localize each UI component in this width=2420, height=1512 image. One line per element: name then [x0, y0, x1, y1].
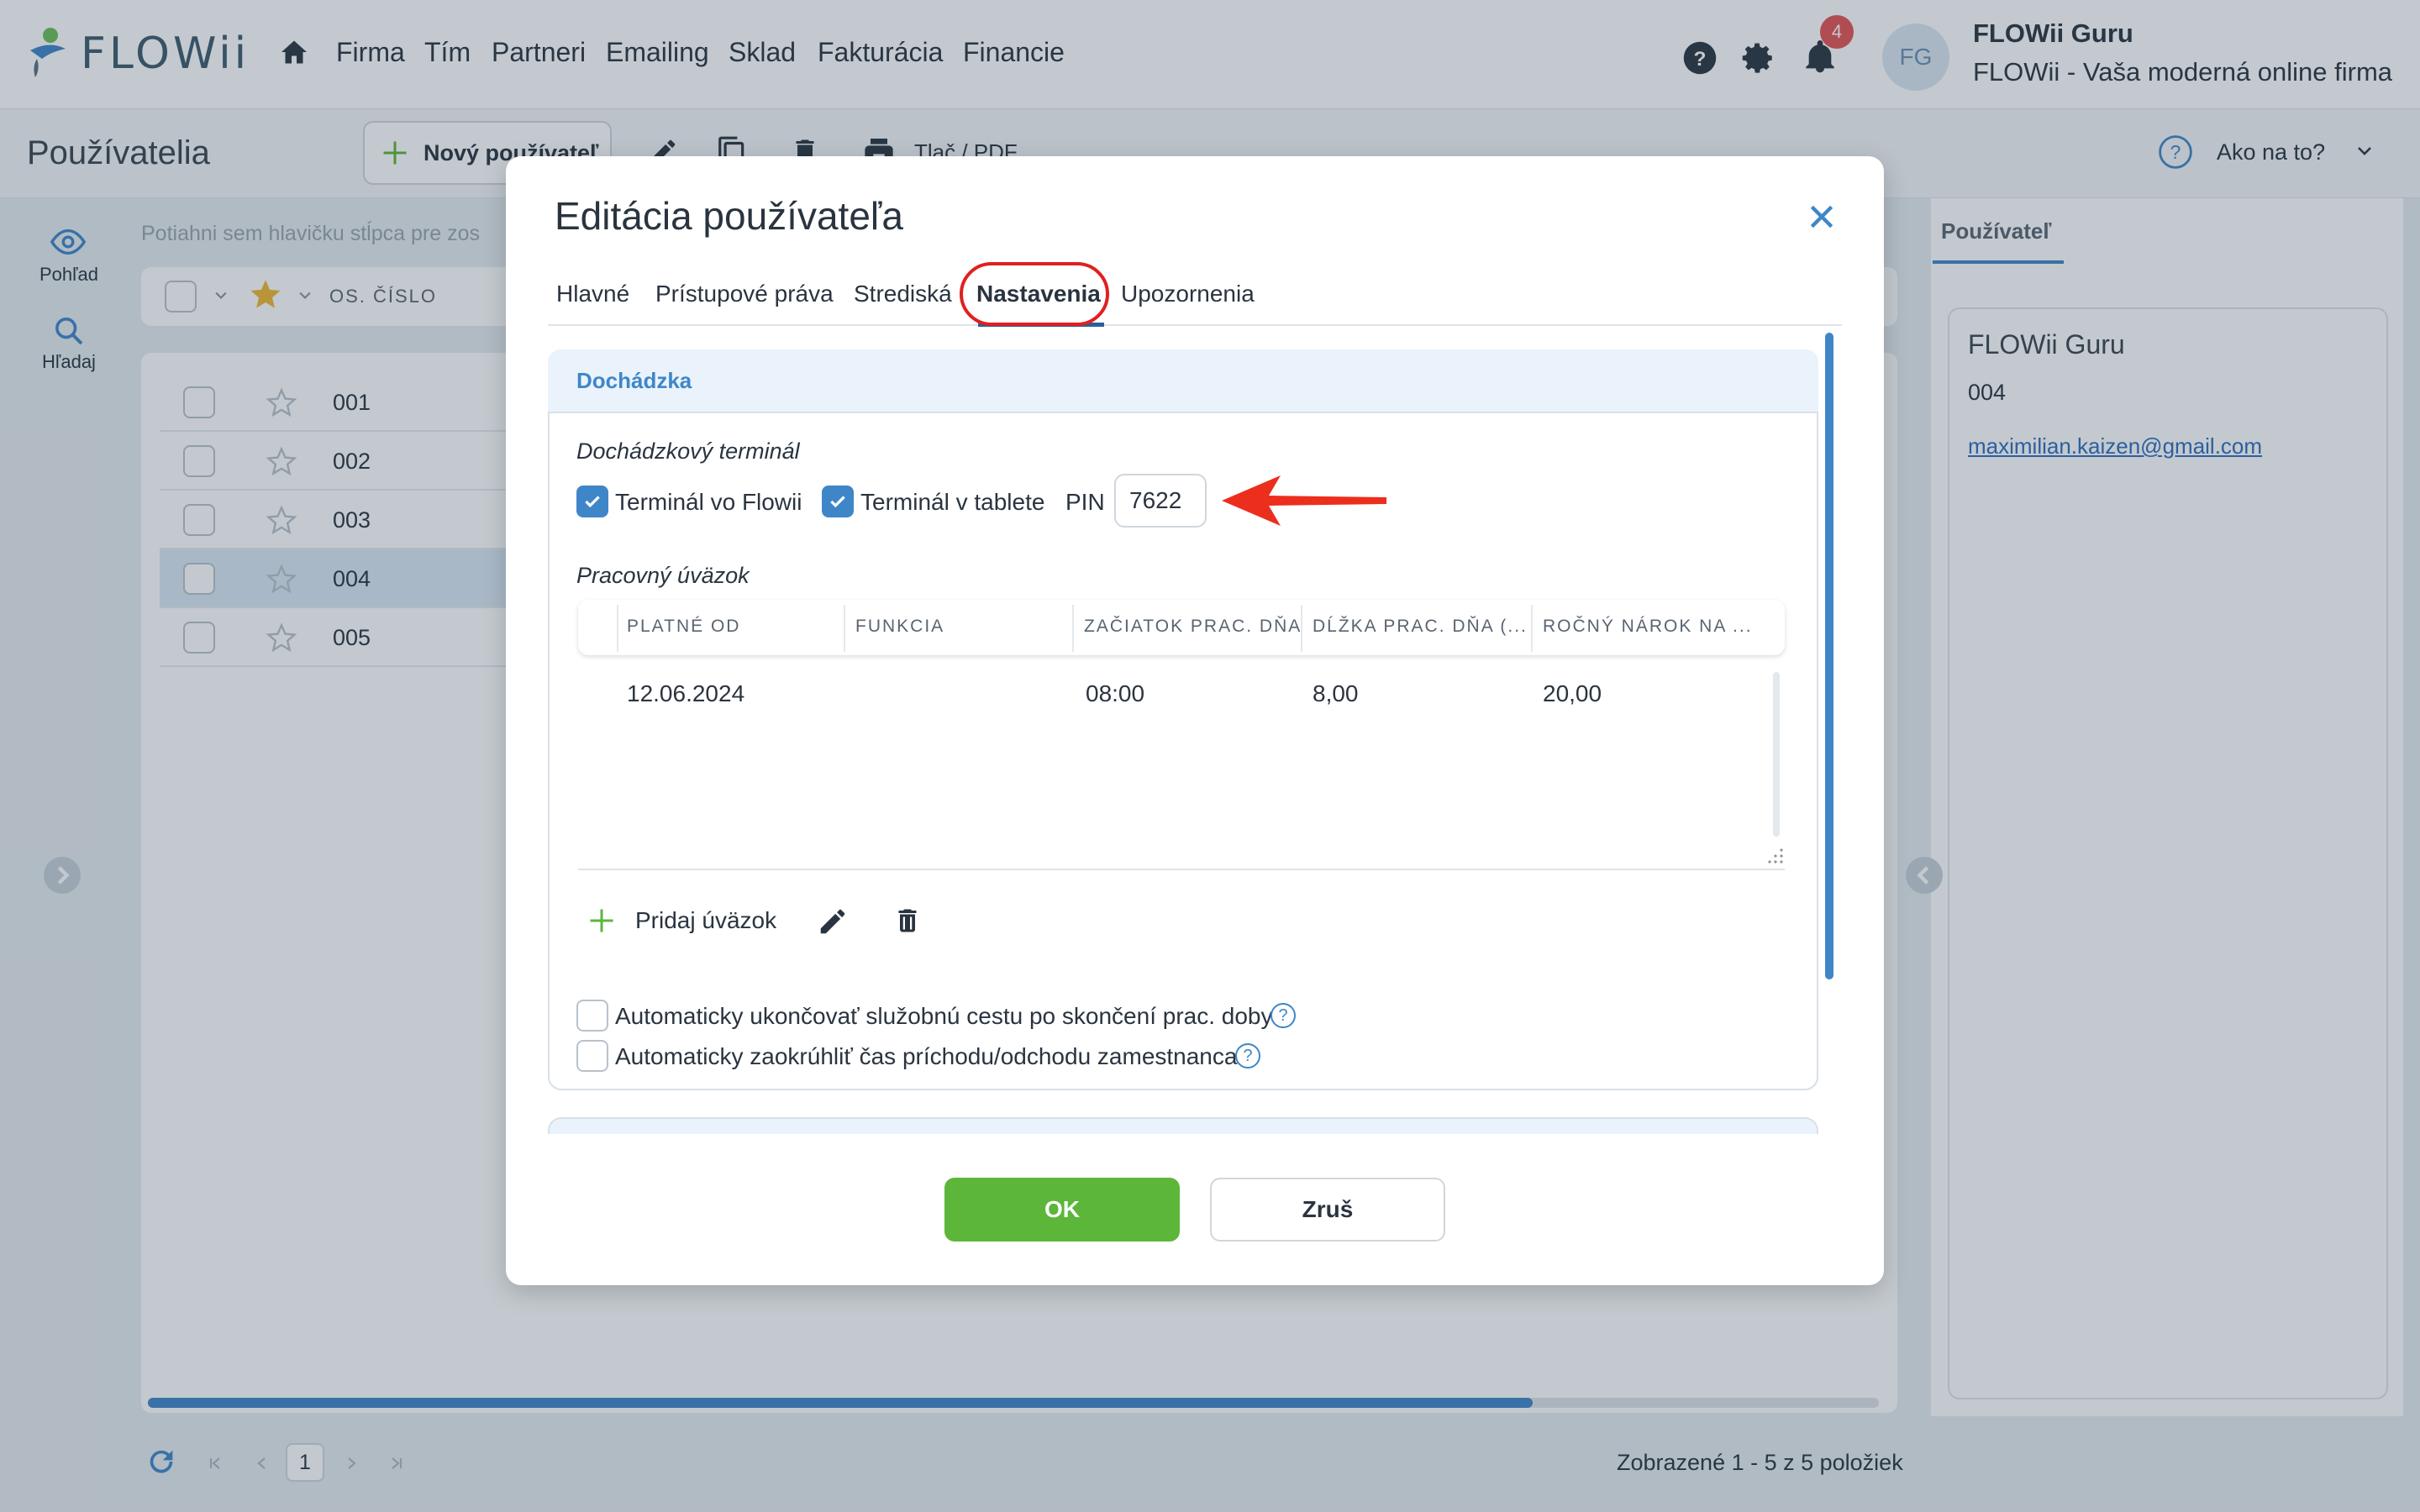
attendance-section-header[interactable] [548, 349, 1818, 413]
plus-icon[interactable] [587, 906, 617, 936]
question-icon[interactable]: ? [1270, 1003, 1296, 1028]
workload-table-bottom-border [578, 869, 1785, 870]
terminal-flowii-label[interactable]: Terminál vo Flowii [615, 489, 802, 516]
column-narok[interactable]: ROČNÝ NÁROK NA ... [1543, 617, 1753, 637]
terminal-tablet-checkbox[interactable] [822, 486, 854, 517]
cell-platne-od[interactable]: 12.06.2024 [627, 680, 744, 707]
add-workload-button[interactable]: Pridaj úväzok [635, 907, 776, 934]
section-clip [538, 1134, 1849, 1159]
column-dlzka[interactable]: DĹŽKA PRAC. DŇA (... [1313, 617, 1528, 637]
check-icon [830, 496, 845, 508]
tab-upozornenia[interactable]: Upozornenia [1121, 281, 1255, 307]
column-divider [1072, 605, 1074, 652]
dialog-vertical-scrollbar[interactable] [1825, 333, 1833, 979]
column-zaciatok[interactable]: ZAČIATOK PRAC. DŇA [1084, 617, 1302, 637]
dialog-title: Editácia používateľa [555, 194, 903, 238]
tab-pristupove-prava[interactable]: Prístupové práva [655, 281, 834, 307]
tab-hlavne[interactable]: Hlavné [556, 281, 629, 307]
pin-input[interactable]: 7622 [1114, 474, 1207, 528]
column-platne-od[interactable]: PLATNÉ OD [627, 617, 740, 637]
workload-table-scrollbar[interactable] [1773, 672, 1780, 837]
edit-icon[interactable] [817, 906, 849, 937]
pin-label: PIN [1065, 489, 1105, 515]
trash-icon[interactable] [892, 904, 923, 937]
auto-end-trip-checkbox[interactable] [576, 1000, 608, 1032]
section-title[interactable]: Dochádzka [576, 368, 692, 394]
question-icon[interactable]: ? [1235, 1043, 1260, 1068]
column-divider [844, 605, 845, 652]
resize-handle-icon[interactable] [1766, 847, 1785, 865]
cell-narok[interactable]: 20,00 [1543, 680, 1602, 707]
tab-strediska[interactable]: Strediská [854, 281, 952, 307]
terminal-tablet-label[interactable]: Terminál v tablete [860, 489, 1044, 516]
terminal-flowii-checkbox[interactable] [576, 486, 608, 517]
auto-end-trip-label[interactable]: Automaticky ukončovať služobnú cestu po … [615, 1003, 1273, 1030]
auto-round-checkbox[interactable] [576, 1040, 608, 1072]
auto-round-label[interactable]: Automaticky zaokrúhliť čas príchodu/odch… [615, 1043, 1237, 1070]
check-icon [585, 496, 600, 508]
column-divider [1531, 605, 1533, 652]
highlight-circle [960, 262, 1109, 326]
red-arrow-annotation [1218, 469, 1395, 533]
column-funkcia[interactable]: FUNKCIA [855, 617, 944, 637]
cell-dlzka[interactable]: 8,00 [1313, 680, 1359, 707]
ok-button[interactable]: OK [944, 1178, 1180, 1242]
workload-heading: Pracovný úväzok [576, 563, 750, 588]
tabs-divider [548, 324, 1842, 326]
column-divider [617, 605, 618, 652]
close-icon[interactable] [1805, 200, 1839, 234]
cancel-button[interactable]: Zruš [1210, 1178, 1445, 1242]
cell-zaciatok[interactable]: 08:00 [1086, 680, 1144, 707]
terminal-heading: Dochádzkový terminál [576, 438, 800, 464]
